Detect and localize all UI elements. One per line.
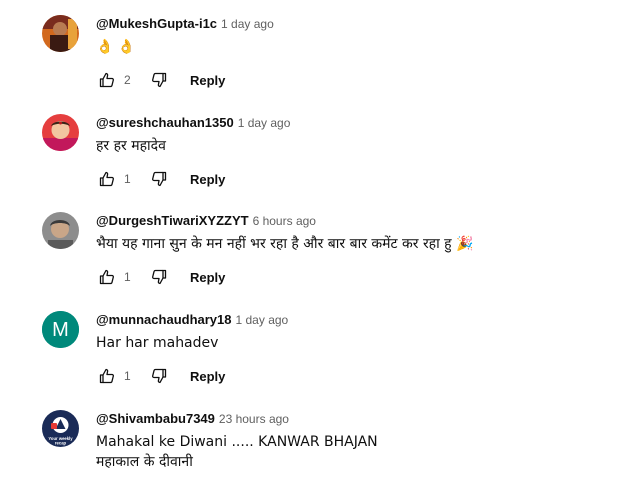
comment-author[interactable]: @DurgeshTiwariXYZZYT: [96, 213, 249, 228]
comment-author[interactable]: @sureshchauhan1350: [96, 115, 234, 130]
like-count: 1: [124, 369, 131, 383]
like-count: 1: [124, 270, 131, 284]
like-count: 2: [124, 73, 131, 87]
comment-actions: 1 Reply: [96, 266, 225, 288]
comment-text: 👌 👌: [96, 37, 606, 57]
comment-body: @MukeshGupta-i1c 1 day ago 👌 👌 2 Reply: [96, 15, 606, 88]
thumbs-down-icon[interactable]: [148, 365, 170, 387]
reply-button[interactable]: Reply: [190, 73, 225, 88]
thumbs-up-icon[interactable]: [96, 69, 118, 91]
avatar[interactable]: [42, 212, 79, 249]
thumbs-up-icon[interactable]: [96, 365, 118, 387]
like-count: 1: [124, 172, 131, 186]
reply-button[interactable]: Reply: [190, 270, 225, 285]
comment-text: हर हर महादेव: [96, 136, 606, 156]
comment-text-line: हर हर महादेव: [96, 138, 166, 154]
thumbs-down-icon[interactable]: [148, 168, 170, 190]
comment-text: Har har mahadev: [96, 333, 606, 353]
comment-time[interactable]: 6 hours ago: [253, 214, 316, 228]
comment-actions: 1 Reply: [96, 365, 225, 387]
avatar[interactable]: Your weekly recap: [42, 410, 79, 447]
comment-time[interactable]: 1 day ago: [238, 116, 291, 130]
comment-text: भैया यह गाना सुन के मन नहीं भर रहा है और…: [96, 234, 606, 254]
thumbs-down-icon[interactable]: [148, 266, 170, 288]
comment-time[interactable]: 1 day ago: [236, 313, 289, 327]
avatar-letter: M: [52, 319, 69, 341]
comment-author[interactable]: @munnachaudhary18: [96, 312, 232, 327]
comment-body: @sureshchauhan1350 1 day ago हर हर महादेव…: [96, 114, 606, 187]
avatar[interactable]: [42, 114, 79, 151]
comment-actions: 2 Reply: [96, 69, 225, 91]
comment-text-line: Har har mahadev: [96, 335, 219, 351]
reply-button[interactable]: Reply: [190, 369, 225, 384]
comment-text-line: महाकाल के दीवानी: [96, 454, 193, 470]
reply-button[interactable]: Reply: [190, 172, 225, 187]
comment-body: @DurgeshTiwariXYZZYT 6 hours ago भैया यह …: [96, 212, 606, 285]
comment-actions: 1 Reply: [96, 168, 225, 190]
comment-time[interactable]: 23 hours ago: [219, 412, 289, 426]
comment-text-line: भैया यह गाना सुन के मन नहीं भर रहा है और…: [96, 236, 474, 252]
avatar[interactable]: M: [42, 311, 79, 348]
comment-time[interactable]: 1 day ago: [221, 17, 274, 31]
comment-author[interactable]: @Shivambabu7349: [96, 411, 215, 426]
thumbs-up-icon[interactable]: [96, 168, 118, 190]
thumbs-up-icon[interactable]: [96, 266, 118, 288]
comment-text-line: 👌 👌: [96, 39, 136, 55]
comment-body: @munnachaudhary18 1 day ago Har har mahad…: [96, 311, 606, 384]
avatar[interactable]: [42, 15, 79, 52]
comment-body: @Shivambabu7349 23 hours ago Mahakal ke D…: [96, 410, 606, 472]
comment-text: Mahakal ke Diwani ..... KANWAR BHAJAN मह…: [96, 432, 606, 472]
comment-author[interactable]: @MukeshGupta-i1c: [96, 16, 217, 31]
comment-text-line: Mahakal ke Diwani ..... KANWAR BHAJAN: [96, 434, 378, 450]
thumbs-down-icon[interactable]: [148, 69, 170, 91]
avatar-caption: recap: [55, 441, 67, 446]
